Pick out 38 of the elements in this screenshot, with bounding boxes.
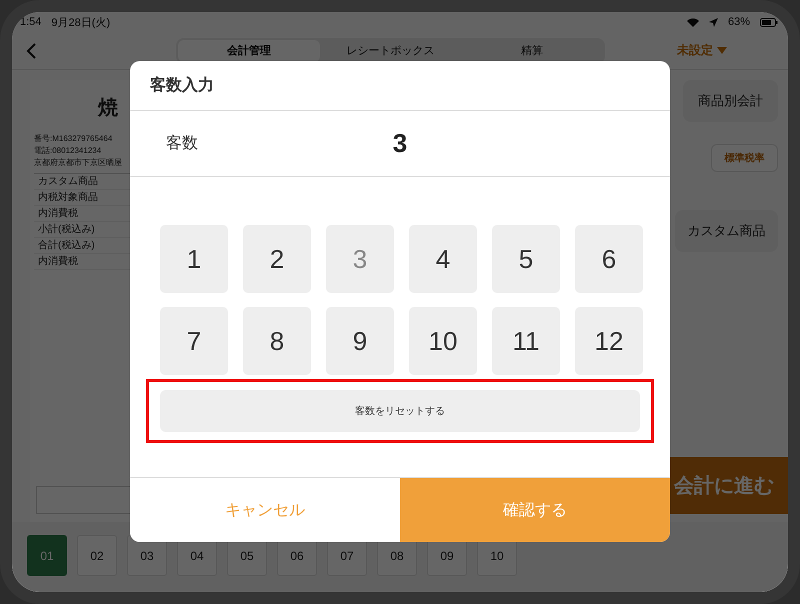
header-tab[interactable]: 会計管理 xyxy=(178,40,320,62)
number-key[interactable]: 3 xyxy=(326,225,394,293)
table-tab[interactable]: 01 xyxy=(27,535,67,576)
receipt-title: 焼 xyxy=(96,96,119,121)
store-selector[interactable]: 未設定 xyxy=(677,42,727,59)
table-tab[interactable]: 02 xyxy=(77,535,117,576)
number-key[interactable]: 9 xyxy=(326,307,394,375)
location-icon xyxy=(708,18,718,26)
number-key[interactable]: 12 xyxy=(575,307,643,375)
reset-button[interactable]: 客数をリセットする xyxy=(160,390,640,432)
guest-count-value: 3 xyxy=(392,128,408,159)
receipt-info: 電話:08012341234 xyxy=(34,145,102,157)
back-icon[interactable] xyxy=(26,42,36,58)
battery-percent: 63% xyxy=(728,16,750,28)
caret-icon xyxy=(717,47,727,54)
status-date: 9月28日(火) xyxy=(51,16,110,30)
battery-icon xyxy=(760,18,778,26)
receipt-info: 番号:M163279765464 xyxy=(34,133,112,145)
status-time: 1:54 xyxy=(20,16,42,28)
number-key[interactable]: 8 xyxy=(243,307,311,375)
number-key[interactable]: 10 xyxy=(409,307,477,375)
header-tab[interactable]: レシートボックス xyxy=(320,40,462,62)
wifi-icon xyxy=(686,18,699,26)
number-key[interactable]: 6 xyxy=(575,225,643,293)
product-checkout-button[interactable]: 商品別会計 xyxy=(683,80,778,122)
confirm-button[interactable]: 確認する xyxy=(400,478,670,542)
header-tab[interactable]: 精算 xyxy=(461,40,604,62)
dialog-title: 客数入力 xyxy=(130,61,670,111)
number-key[interactable]: 1 xyxy=(160,225,228,293)
number-key[interactable]: 11 xyxy=(492,307,560,375)
tax-rate-button[interactable]: 標準税率 xyxy=(711,144,778,172)
number-key[interactable]: 5 xyxy=(492,225,560,293)
custom-item-button[interactable]: カスタム商品 xyxy=(675,210,778,252)
number-key[interactable]: 2 xyxy=(243,225,311,293)
field-label: 客数 xyxy=(166,134,198,154)
receipt-info: 京都府京都市下京区晒屋 xyxy=(34,157,122,169)
number-key[interactable]: 4 xyxy=(409,225,477,293)
number-key[interactable]: 7 xyxy=(160,307,228,375)
